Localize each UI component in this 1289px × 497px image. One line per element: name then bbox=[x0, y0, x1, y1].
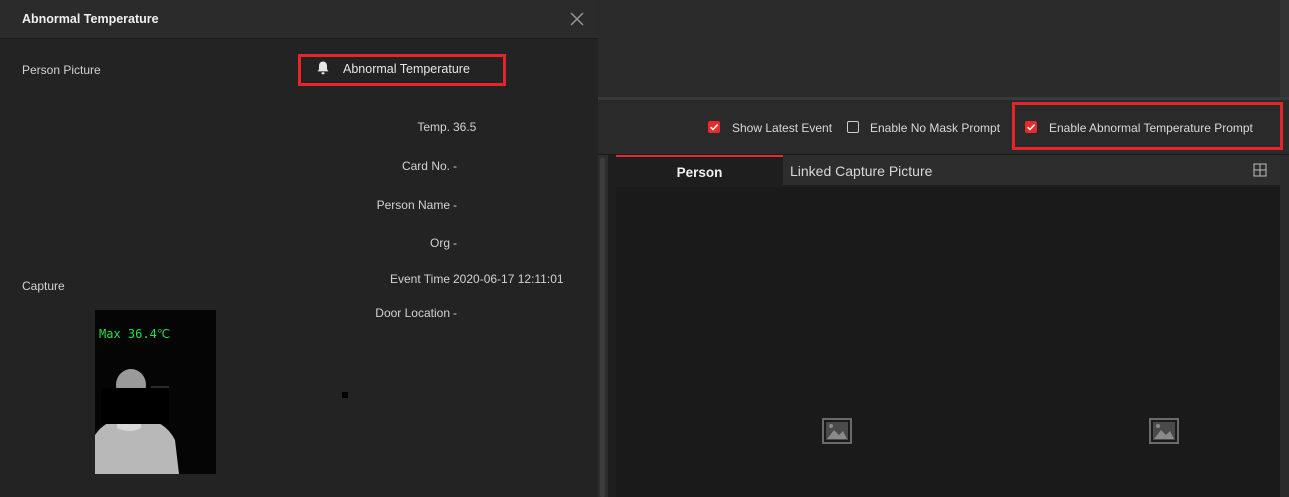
capture-image: Max 36.4℃ bbox=[95, 310, 216, 474]
show-latest-event-label[interactable]: Show Latest Event bbox=[732, 121, 832, 135]
door-location-value: - bbox=[453, 306, 457, 320]
person-tab-content bbox=[616, 187, 1280, 497]
person-name-label: Person Name bbox=[376, 198, 450, 212]
enable-no-mask-prompt-checkbox[interactable] bbox=[847, 121, 859, 133]
door-location-label: Door Location bbox=[375, 306, 450, 320]
capture-label: Capture bbox=[22, 279, 65, 293]
capture-temperature-overlay: Max 36.4℃ bbox=[99, 327, 171, 341]
temp-value: 36.5 bbox=[453, 120, 477, 134]
event-time-label: Event Time bbox=[389, 272, 450, 286]
card-no-label: Card No. bbox=[401, 159, 450, 173]
splitter-handle[interactable] bbox=[600, 158, 605, 497]
alarm-text: Abnormal Temperature bbox=[343, 62, 470, 76]
card-no-value: - bbox=[453, 159, 457, 173]
image-placeholder-icon bbox=[822, 418, 852, 444]
person-picture-label: Person Picture bbox=[22, 63, 101, 77]
event-time-value: 2020-06-17 12:11:01 bbox=[453, 272, 564, 286]
abnormal-temperature-dialog: Abnormal Temperature Person Picture Abno… bbox=[0, 0, 598, 497]
temp-label: Temp. bbox=[417, 120, 450, 134]
expand-icon[interactable] bbox=[1253, 163, 1267, 177]
window-edge bbox=[1280, 0, 1289, 97]
checkmark-icon bbox=[710, 124, 719, 131]
tab-linked-capture-picture[interactable]: Linked Capture Picture bbox=[790, 163, 932, 179]
enable-no-mask-prompt-label[interactable]: Enable No Mask Prompt bbox=[870, 121, 1000, 135]
tab-person-label: Person bbox=[676, 165, 723, 180]
person-name-value: - bbox=[453, 198, 457, 212]
image-placeholder-icon bbox=[1149, 418, 1179, 444]
org-label: Org bbox=[429, 236, 450, 250]
dialog-header: Abnormal Temperature bbox=[0, 0, 598, 39]
tab-person[interactable]: Person bbox=[616, 155, 783, 187]
dot-marker bbox=[342, 392, 348, 398]
scrollbar[interactable] bbox=[1280, 155, 1289, 497]
show-latest-event-checkbox[interactable] bbox=[708, 121, 720, 133]
dialog-title: Abnormal Temperature bbox=[22, 12, 159, 26]
live-view-header-area bbox=[598, 0, 1289, 97]
bell-icon bbox=[317, 61, 329, 75]
prompt-highlight-box bbox=[1012, 102, 1283, 150]
close-icon[interactable] bbox=[566, 8, 588, 30]
org-value: - bbox=[453, 236, 457, 250]
